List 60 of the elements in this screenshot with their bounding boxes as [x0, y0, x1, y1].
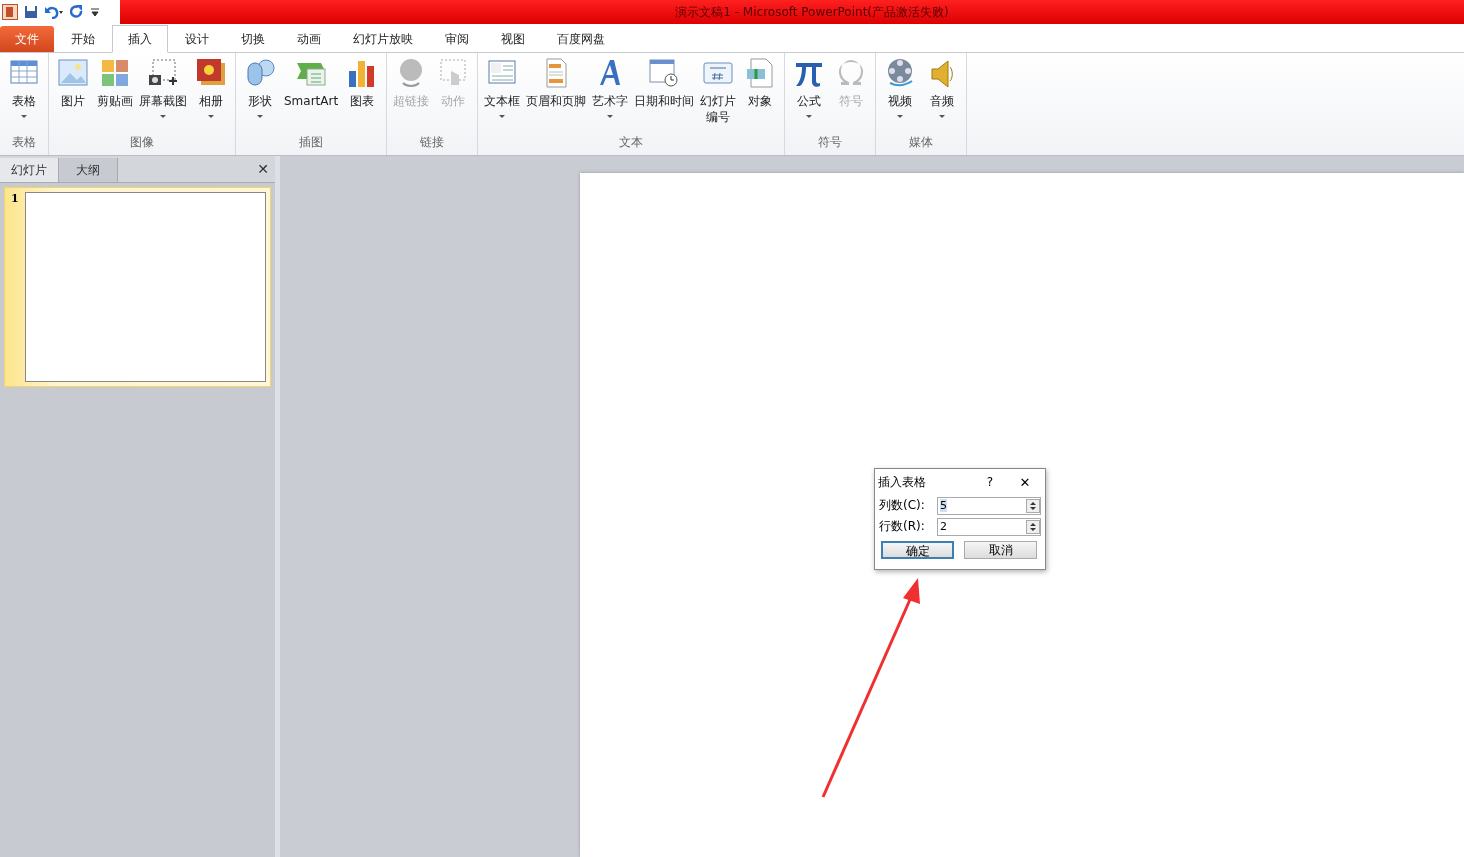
redo-icon[interactable]: [70, 5, 84, 19]
pane-tab[interactable]: 幻灯片: [0, 158, 59, 182]
undo-icon[interactable]: [44, 5, 64, 19]
ribbon-button[interactable]: 文本框: [481, 57, 524, 134]
ribbon-tab[interactable]: 设计: [170, 26, 224, 52]
save-icon[interactable]: [24, 5, 38, 19]
ribbon-button[interactable]: SmartArt: [281, 57, 342, 134]
shapes-icon: [244, 57, 276, 89]
field-label: 行数(R):: [879, 518, 926, 535]
group-label: 符号: [817, 134, 844, 151]
spinner-icon[interactable]: [1026, 519, 1040, 534]
app-icon: [2, 4, 18, 20]
ribbon-button[interactable]: 剪贴画: [94, 57, 136, 134]
ribbon-button[interactable]: 形状: [239, 57, 281, 134]
ribbon-tab[interactable]: 动画: [282, 26, 336, 52]
spinner-icon[interactable]: [1026, 498, 1040, 513]
number-field[interactable]: 2: [937, 517, 1041, 536]
close-button[interactable]: ✕: [257, 161, 275, 177]
date-icon: [648, 57, 681, 89]
number-field[interactable]: 5: [937, 496, 1041, 515]
ribbon-button[interactable]: 公式: [788, 57, 831, 134]
ribbon-button[interactable]: 音频: [921, 57, 964, 134]
ribbon-button[interactable]: 对象: [739, 57, 782, 134]
slide-number: 1: [11, 192, 19, 207]
group-label: 媒体: [908, 134, 935, 151]
dialog-button[interactable]: 取消: [964, 541, 1037, 559]
group-label: 插图: [298, 134, 325, 151]
ribbon-button[interactable]: 图片: [52, 57, 94, 134]
ribbon-button[interactable]: 相册: [190, 57, 232, 134]
ribbon-button[interactable]: 视频: [879, 57, 922, 134]
slide-thumbnail[interactable]: 1: [4, 187, 271, 387]
picture-icon: [57, 57, 89, 89]
ribbon-tab[interactable]: 视图: [486, 26, 540, 52]
dialog-button[interactable]: 确定: [881, 541, 954, 559]
close-button[interactable]: ✕: [1005, 474, 1045, 490]
ribbon-button[interactable]: 日期和时间: [631, 57, 698, 134]
group-label: 链接: [419, 134, 446, 151]
customize-icon[interactable]: [90, 5, 100, 19]
ribbon-button[interactable]: 表格: [3, 57, 45, 134]
clipart-icon: [99, 57, 131, 89]
ribbon-tab[interactable]: 插入: [112, 25, 168, 53]
pane-tab[interactable]: 大纲: [59, 158, 118, 182]
ribbon-button[interactable]: 图表: [341, 57, 384, 134]
window-title: 演示文稿1 - Microsoft PowerPoint(产品激活失败): [675, 3, 949, 21]
group-label: 图像: [129, 134, 155, 151]
ribbon-tab[interactable]: 审阅: [430, 26, 484, 52]
ribbon-tab[interactable]: 切换: [226, 26, 280, 52]
ribbon-button[interactable]: 艺术字: [589, 57, 632, 134]
ribbon-tab[interactable]: 幻灯片放映: [338, 26, 428, 52]
group-label: 表格: [11, 134, 37, 151]
ribbon-tab[interactable]: 开始: [56, 26, 110, 52]
dialog-title: 插入表格: [878, 473, 927, 491]
ribbon-tab[interactable]: 百度网盘: [542, 26, 620, 52]
ribbon-button[interactable]: 页眉和页脚: [523, 57, 590, 134]
group-label: 文本: [618, 134, 645, 151]
ribbon-button[interactable]: 幻灯片 编号: [697, 57, 740, 134]
field-label: 列数(C):: [879, 497, 926, 514]
help-button[interactable]: ?: [975, 475, 1005, 489]
file-tab[interactable]: 文件: [0, 26, 54, 52]
ribbon-button[interactable]: 屏幕截图: [136, 57, 190, 134]
